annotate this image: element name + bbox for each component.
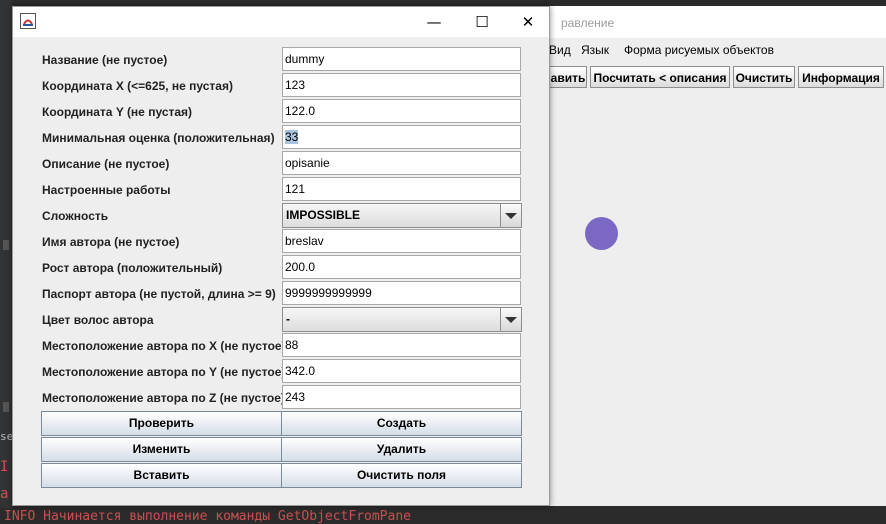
difficulty-value: IMPOSSIBLE (286, 208, 361, 222)
label-min-point: Минимальная оценка (положительная) (42, 131, 275, 145)
chevron-down-icon[interactable] (500, 308, 521, 331)
drawing-canvas[interactable] (549, 92, 886, 506)
label-location-x: Местоположение автора по X (не пустое) (42, 339, 286, 353)
check-button[interactable]: Проверить (41, 411, 282, 436)
create-button[interactable]: Создать (281, 411, 522, 436)
main-window-title: равление (561, 16, 615, 30)
console-bottom-text: INFO Начинается выполнение команды GetOb… (4, 509, 411, 524)
console-line: I (0, 459, 9, 475)
main-window-titlebar: равление (549, 6, 886, 38)
min-point-field[interactable]: 33 (282, 125, 521, 149)
menu-view[interactable]: Вид (549, 43, 571, 57)
close-icon[interactable]: ✕ (505, 7, 551, 37)
location-y-field[interactable]: 342.0 (282, 359, 521, 383)
java-app-icon (20, 13, 36, 29)
location-x-field[interactable]: 88 (282, 333, 521, 357)
hair-color-select[interactable]: - (282, 307, 522, 332)
label-name: Название (не пустое) (42, 53, 168, 67)
label-location-z: Местоположение автора по Z (не пустое) (42, 391, 285, 405)
add-button[interactable]: авить (549, 66, 587, 88)
label-author-name: Имя автора (не пустое) (42, 235, 180, 249)
count-less-description-button[interactable]: Посчитать < описания (590, 66, 730, 88)
label-coord-y: Координата Y (не пустая) (42, 105, 193, 119)
maximize-icon[interactable]: ☐ (459, 7, 505, 37)
object-circle[interactable] (585, 217, 618, 250)
coord-x-field[interactable]: 123 (282, 73, 521, 97)
dialog-titlebar: — ☐ ✕ (13, 7, 549, 37)
label-author-passport: Паспорт автора (не пустой, длина >= 9) (42, 287, 276, 301)
clear-fields-button[interactable]: Очистить поля (281, 463, 522, 488)
menu-shape[interactable]: Форма рисуемых объектов (624, 43, 774, 57)
difficulty-select[interactable]: IMPOSSIBLE (282, 203, 522, 228)
ide-marker (3, 402, 9, 412)
ide-side-panel (0, 0, 12, 523)
ide-marker (3, 240, 9, 250)
coord-y-field[interactable]: 122.0 (282, 99, 521, 123)
edit-button[interactable]: Изменить (41, 437, 282, 462)
label-tuned-works: Настроенные работы (42, 183, 171, 197)
location-z-field[interactable]: 243 (282, 385, 521, 409)
info-button[interactable]: Информация (798, 66, 884, 88)
author-height-field[interactable]: 200.0 (282, 255, 521, 279)
description-field[interactable]: opisanie (282, 151, 521, 175)
tuned-works-field[interactable]: 121 (282, 177, 521, 201)
hair-color-value: - (286, 312, 290, 326)
label-difficulty: Сложность (42, 209, 109, 223)
label-author-height: Рост автора (положительный) (42, 261, 223, 275)
label-hair-color: Цвет волос автора (42, 313, 154, 327)
main-window: равление Вид Язык Форма рисуемых объекто… (549, 6, 886, 506)
label-description: Описание (не пустое) (42, 157, 170, 171)
author-name-field[interactable]: breslav (282, 229, 521, 253)
label-coord-x: Координата X (<=625, не пустая) (42, 79, 233, 93)
name-field[interactable]: dummy (282, 47, 521, 71)
insert-button[interactable]: Вставить (41, 463, 282, 488)
label-location-y: Местоположение автора по Y (не пустое) (42, 365, 286, 379)
delete-button[interactable]: Удалить (281, 437, 522, 462)
chevron-down-icon[interactable] (500, 204, 521, 227)
clear-button[interactable]: Очистить (733, 66, 795, 88)
minimize-icon[interactable]: — (411, 7, 457, 37)
edit-dialog: — ☐ ✕ Название (не пустое) Координата X … (12, 6, 550, 506)
menu-language[interactable]: Язык (581, 43, 609, 57)
console-bottom: INFO Начинается выполнение команды GetOb… (0, 508, 886, 524)
author-passport-field[interactable]: 9999999999999 (282, 281, 521, 305)
console-line: a (0, 486, 9, 502)
min-point-value: 33 (285, 130, 299, 144)
